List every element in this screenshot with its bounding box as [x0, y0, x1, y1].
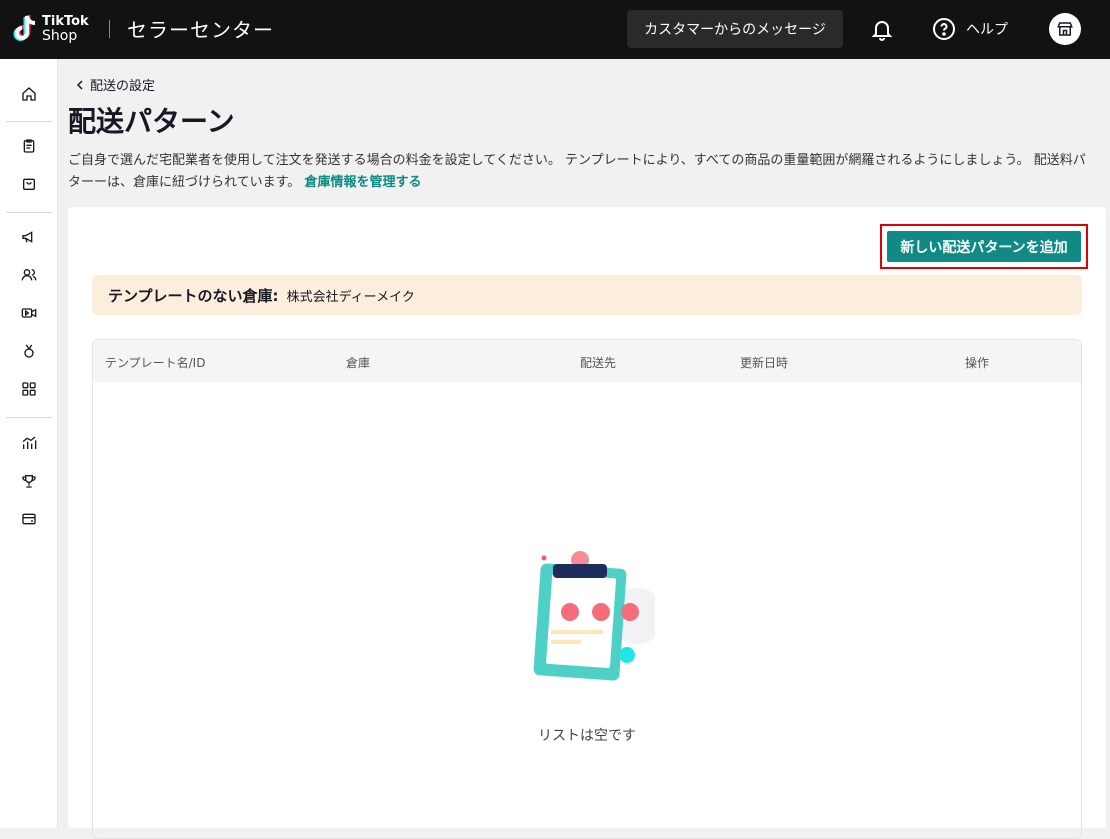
- empty-clipboard-illustration: [525, 548, 665, 688]
- column-header-actions: 操作: [965, 356, 990, 370]
- sidebar-divider: [6, 417, 52, 418]
- home-icon[interactable]: [19, 84, 39, 104]
- sidebar-divider: [6, 212, 52, 213]
- table-header: テンプレート名/ID 倉庫 配送先 更新日時 操作: [93, 340, 1081, 382]
- description-text: ご自身で選んだ宅配業者を使用して注文を発送する場合の料金を設定してください。 テ…: [68, 153, 1086, 190]
- tiktok-logo-icon: [12, 14, 38, 44]
- help-circle-icon: [933, 18, 955, 40]
- banner-warehouse-name: 株式会社ディーメイク: [286, 289, 415, 305]
- empty-state-text: リストは空です: [538, 728, 636, 744]
- shipping-templates-card: 新しい配送パターンを追加 テンプレートのない倉庫: 株式会社ディーメイク テンプ…: [68, 207, 1106, 839]
- page-description: ご自身で選んだ宅配業者を使用して注文を発送する場合の料金を設定してください。 テ…: [68, 150, 1093, 194]
- customer-messages-button[interactable]: カスタマーからのメッセージ: [627, 10, 843, 48]
- sidebar-divider: [6, 121, 52, 122]
- help-label: ヘルプ: [966, 22, 1008, 38]
- column-header-template-name: テンプレート名/ID: [105, 356, 206, 370]
- trophy-icon[interactable]: [19, 471, 39, 491]
- back-link[interactable]: 配送の設定: [76, 75, 155, 94]
- templates-table: テンプレート名/ID 倉庫 配送先 更新日時 操作 リストは空です: [92, 339, 1082, 839]
- banner-label: テンプレートのない倉庫:: [108, 286, 279, 305]
- clipboard-icon[interactable]: [19, 136, 39, 156]
- apps-icon[interactable]: [19, 379, 39, 399]
- column-header-destination: 配送先: [580, 356, 617, 370]
- top-bar: TikTok Shop セラーセンター カスタマーからのメッセージ ヘルプ: [0, 0, 1110, 59]
- manage-warehouse-link[interactable]: 倉庫情報を管理する: [304, 175, 421, 190]
- column-header-updated-at: 更新日時: [740, 356, 789, 370]
- medal-icon[interactable]: [19, 341, 39, 361]
- video-icon[interactable]: [19, 303, 39, 323]
- column-header-warehouse: 倉庫: [346, 356, 371, 370]
- back-link-label: 配送の設定: [90, 79, 156, 94]
- bell-icon[interactable]: [870, 17, 894, 41]
- shopping-bag-icon[interactable]: [19, 174, 39, 194]
- sidebar: [0, 59, 58, 828]
- tiktok-shop-logo[interactable]: TikTok Shop: [12, 13, 94, 45]
- help-button[interactable]: ヘルプ: [932, 16, 1008, 42]
- logo-tiktok-text: TikTok: [42, 14, 89, 29]
- add-shipping-template-button[interactable]: 新しい配送パターンを追加: [887, 231, 1081, 262]
- page-title: 配送パターン: [68, 105, 235, 138]
- analytics-icon[interactable]: [19, 433, 39, 453]
- chevron-left-icon: [76, 79, 83, 90]
- seller-center-title: セラーセンター: [127, 18, 274, 42]
- megaphone-icon[interactable]: [19, 227, 39, 247]
- wallet-icon[interactable]: [19, 509, 39, 529]
- logo-shop-text: Shop: [42, 28, 78, 44]
- warehouse-warning-banner: テンプレートのない倉庫: 株式会社ディーメイク: [92, 275, 1082, 315]
- store-icon[interactable]: [1049, 13, 1081, 45]
- users-icon[interactable]: [19, 265, 39, 285]
- header-divider: [109, 20, 110, 38]
- highlight-frame: 新しい配送パターンを追加: [880, 224, 1088, 269]
